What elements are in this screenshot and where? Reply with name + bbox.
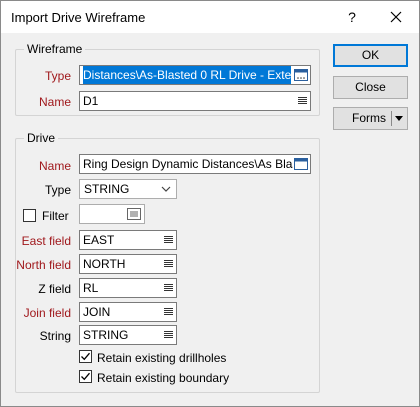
check-icon <box>81 372 90 381</box>
string-label: String <box>39 329 71 343</box>
list-icon[interactable] <box>298 96 307 106</box>
north-field-value: NORTH <box>83 257 126 271</box>
chevron-down-icon[interactable] <box>395 116 403 122</box>
north-field-input[interactable]: NORTH <box>79 254 177 274</box>
drive-type-label: Type <box>44 183 71 197</box>
join-field-input[interactable]: JOIN <box>79 302 177 322</box>
filter-checkbox[interactable] <box>23 209 36 222</box>
z-field-value: RL <box>83 281 99 295</box>
ok-button[interactable]: OK <box>333 44 408 67</box>
forms-button-label: Forms <box>352 111 386 125</box>
east-field-label: East field <box>21 234 71 248</box>
retain-drillholes-label: Retain existing drillholes <box>97 351 227 365</box>
window-title: Import Drive Wireframe <box>11 10 146 25</box>
drive-name-label: Name <box>38 159 71 173</box>
wireframe-type-value: Distances\As-Blasted 0 RL Drive - Extend… <box>83 66 291 84</box>
close-window-button[interactable] <box>383 5 409 29</box>
wireframe-name-value: D1 <box>83 94 99 108</box>
wireframe-type-label: Type <box>44 69 71 83</box>
retain-boundary-label: Retain existing boundary <box>97 371 230 385</box>
filter-field[interactable] <box>79 204 145 224</box>
chevron-down-icon <box>161 186 171 192</box>
drive-name-value: Ring Design Dynamic Distances\As Blasted… <box>83 157 293 171</box>
retain-boundary-checkbox[interactable] <box>79 370 92 383</box>
import-drive-wireframe-dialog: Import Drive Wireframe ? Wireframe Type … <box>0 0 420 407</box>
close-icon <box>390 11 402 23</box>
filter-label: Filter <box>42 209 69 223</box>
east-field-value: EAST <box>83 233 115 247</box>
east-field-input[interactable]: EAST <box>79 230 177 250</box>
browse-icon[interactable] <box>294 68 308 82</box>
retain-drillholes-checkbox[interactable] <box>79 350 92 363</box>
z-field-input[interactable]: RL <box>79 278 177 298</box>
close-button[interactable]: Close <box>333 76 408 99</box>
wireframe-name-label: Name <box>38 95 71 109</box>
drive-name-field[interactable]: Ring Design Dynamic Distances\As Blasted… <box>79 154 311 174</box>
string-field-value: STRING <box>83 328 129 342</box>
drive-type-select[interactable]: STRING <box>79 179 177 199</box>
wireframe-type-field[interactable]: Distances\As-Blasted 0 RL Drive - Extend… <box>79 65 311 85</box>
drive-group-label: Drive <box>24 131 59 145</box>
filter-picker-icon[interactable] <box>127 208 141 220</box>
title-bar: Import Drive Wireframe ? <box>1 1 419 33</box>
list-icon[interactable] <box>164 235 173 245</box>
wireframe-name-field[interactable]: D1 <box>79 91 311 111</box>
drive-type-value: STRING <box>84 182 130 196</box>
join-field-label: Join field <box>23 306 71 320</box>
list-icon[interactable] <box>164 307 173 317</box>
join-field-value: JOIN <box>83 305 111 319</box>
string-field-input[interactable]: STRING <box>79 325 177 345</box>
z-field-label: Z field <box>38 282 71 296</box>
list-icon[interactable] <box>164 283 173 293</box>
north-field-label: North field <box>16 258 71 272</box>
help-button[interactable]: ? <box>341 6 363 28</box>
wireframe-group-label: Wireframe <box>24 42 86 56</box>
browse-icon[interactable] <box>294 157 308 171</box>
list-icon[interactable] <box>164 259 173 269</box>
list-icon[interactable] <box>164 330 173 340</box>
forms-divider <box>391 111 392 126</box>
check-icon <box>81 352 90 361</box>
forms-button[interactable]: Forms <box>333 107 408 130</box>
